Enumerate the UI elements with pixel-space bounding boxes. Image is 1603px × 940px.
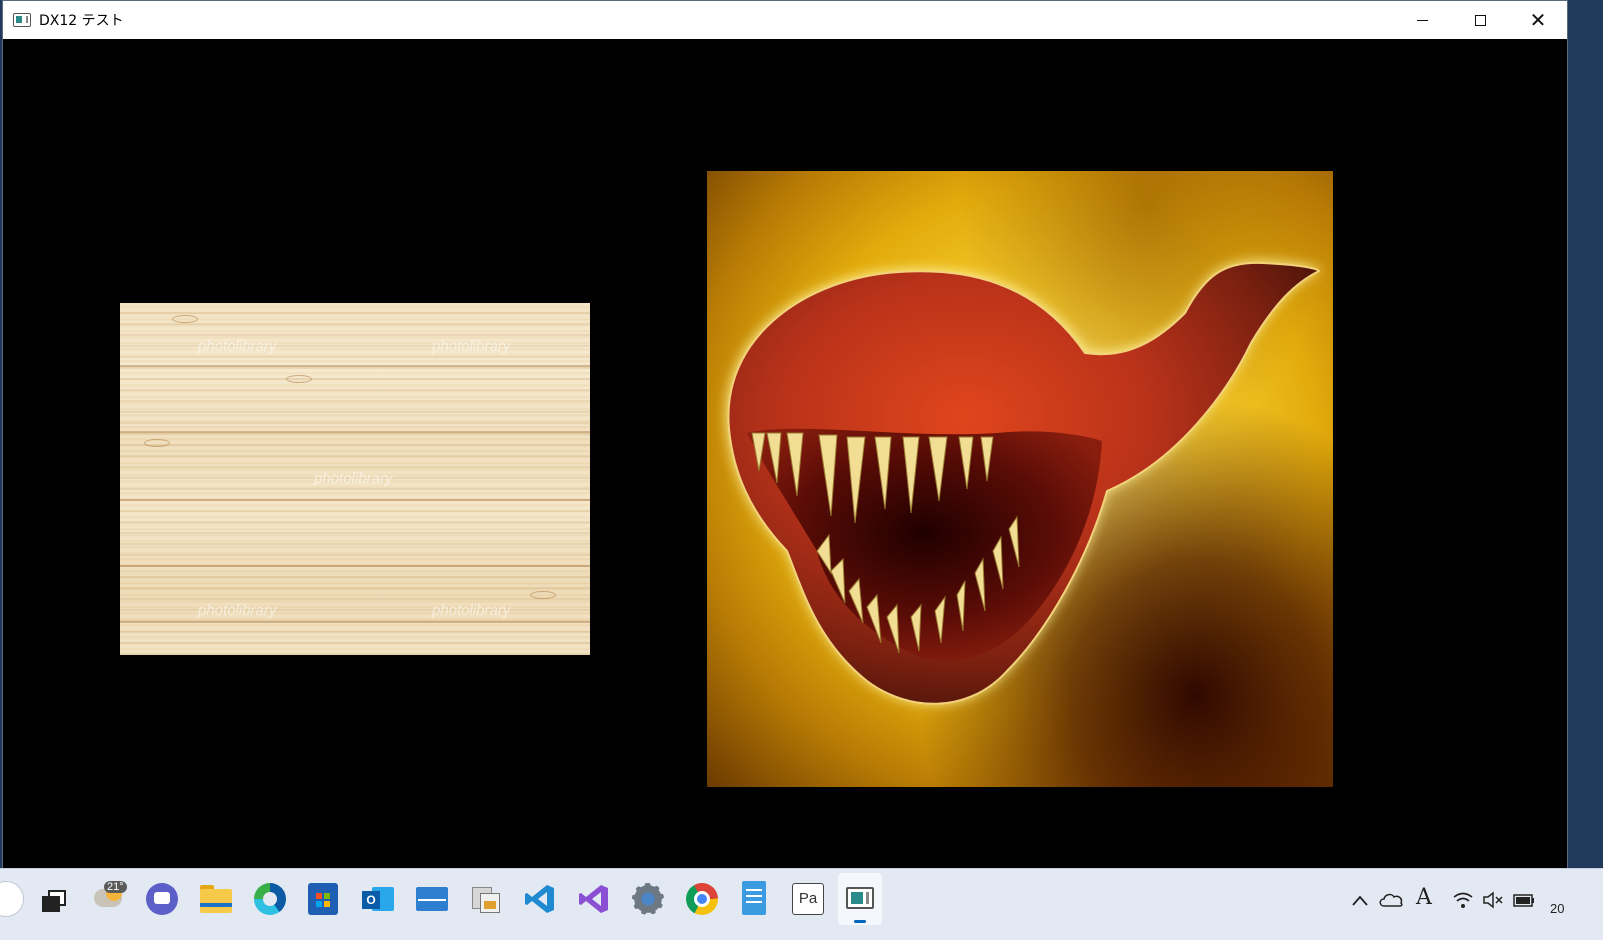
- app-window: DX12 テスト ✕ photolibrary photolibrary pho…: [2, 0, 1568, 889]
- mail-icon[interactable]: [416, 887, 448, 911]
- wood-seam: [120, 431, 590, 433]
- wood-seam: [120, 499, 590, 501]
- watermark-text: photolibrary: [432, 338, 511, 355]
- chrome-icon[interactable]: [686, 883, 718, 915]
- dx12-app-taskbar-button[interactable]: [838, 873, 882, 925]
- title-bar[interactable]: DX12 テスト ✕: [3, 1, 1567, 39]
- edge-icon[interactable]: [254, 883, 286, 915]
- photos-icon[interactable]: [470, 883, 502, 915]
- outlook-icon[interactable]: O: [362, 883, 394, 915]
- wifi-icon[interactable]: [1452, 891, 1474, 909]
- render-viewport[interactable]: photolibrary photolibrary photolibrary p…: [3, 39, 1567, 889]
- minimize-button[interactable]: [1393, 1, 1451, 39]
- wood-seam: [120, 565, 590, 567]
- chevron-up-icon[interactable]: [1350, 891, 1370, 911]
- battery-icon[interactable]: [1512, 891, 1536, 909]
- active-indicator: [854, 920, 866, 923]
- watermark-text: photolibrary: [432, 602, 511, 619]
- wood-knot: [530, 591, 556, 599]
- settings-gear-icon[interactable]: [632, 883, 664, 915]
- minimize-icon: [1416, 19, 1428, 21]
- wood-knot: [172, 315, 198, 323]
- taskbar: 21° O Pa A 20: [0, 868, 1603, 940]
- file-explorer-icon[interactable]: [200, 885, 232, 913]
- monster-textured-quad: [707, 171, 1333, 787]
- maximize-icon: [1474, 14, 1486, 26]
- watermark-text: photolibrary: [314, 470, 393, 487]
- maximize-button[interactable]: [1451, 1, 1509, 39]
- vs-code-icon[interactable]: [524, 883, 556, 915]
- task-view-button[interactable]: [36, 883, 72, 919]
- close-button[interactable]: ✕: [1509, 1, 1567, 39]
- notepad-icon[interactable]: [742, 881, 766, 915]
- wood-knot: [286, 375, 312, 383]
- monster-image: [726, 260, 1322, 705]
- watermark-text: photolibrary: [198, 338, 277, 355]
- visual-studio-icon[interactable]: [578, 883, 610, 915]
- app-icon: [13, 13, 31, 27]
- watermark-text: photolibrary: [198, 602, 277, 619]
- dx12-app-icon: [846, 887, 874, 909]
- wood-knot: [144, 439, 170, 447]
- task-view-icon: [42, 890, 66, 912]
- weather-temp-badge: 21°: [104, 881, 127, 893]
- wood-textured-quad: photolibrary photolibrary photolibrary p…: [120, 303, 590, 655]
- close-icon: ✕: [1529, 8, 1547, 32]
- window-title: DX12 テスト: [39, 13, 124, 29]
- caption-buttons: ✕: [1393, 1, 1567, 39]
- onedrive-icon[interactable]: [1378, 891, 1404, 909]
- start-button[interactable]: [0, 881, 24, 917]
- volume-muted-icon[interactable]: [1482, 891, 1504, 909]
- weather-widget[interactable]: 21°: [90, 879, 134, 919]
- clock-text[interactable]: 20: [1550, 901, 1564, 916]
- ime-icon[interactable]: A: [1416, 885, 1432, 910]
- wood-seam: [120, 365, 590, 367]
- paint-shop-icon[interactable]: Pa: [792, 883, 824, 915]
- wood-seam: [120, 621, 590, 623]
- teams-chat-icon[interactable]: [146, 883, 178, 915]
- microsoft-store-icon[interactable]: [308, 883, 338, 915]
